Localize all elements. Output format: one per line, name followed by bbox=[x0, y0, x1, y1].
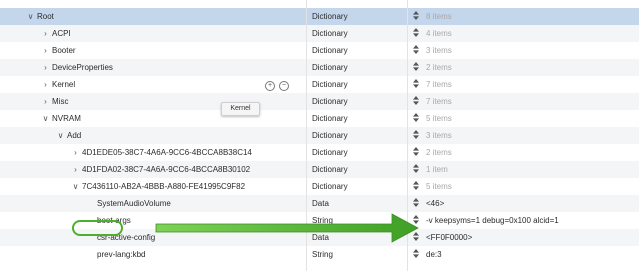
annotation-arrow bbox=[155, 213, 419, 243]
annotation-arrow-shape bbox=[155, 213, 419, 243]
